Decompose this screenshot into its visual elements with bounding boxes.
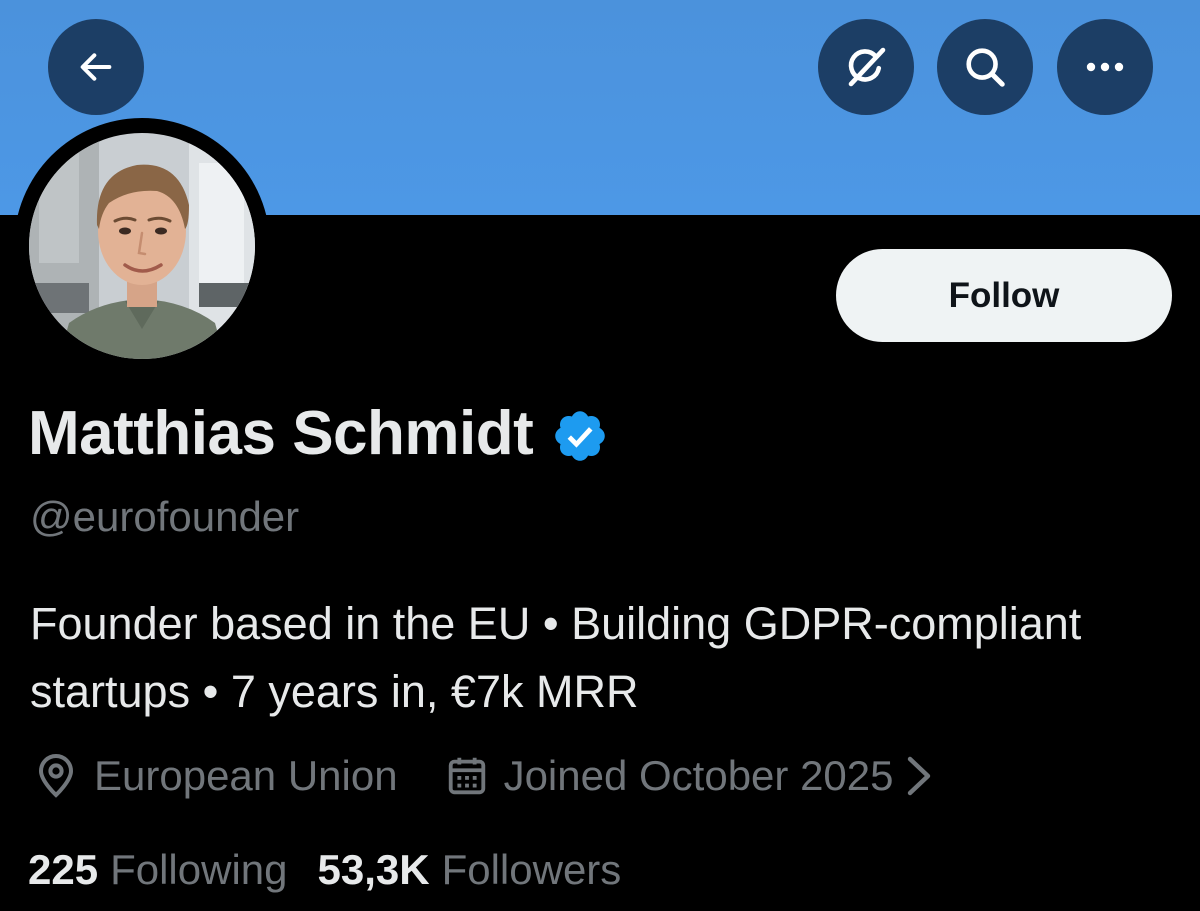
grok-button[interactable] [818,19,914,115]
joined-text: Joined October 2025 [503,752,894,799]
avatar[interactable] [29,133,255,359]
location-text: European Union [94,752,398,799]
avatar-ring [14,118,270,374]
search-button[interactable] [937,19,1033,115]
following-link[interactable]: 225 Following [28,842,288,898]
calendar-icon [448,757,485,795]
profile-bio: Founder based in the EU • Building GDPR-… [30,598,1082,717]
profile-page: Follow Matthias Schmidt @eurofounder Fou… [0,0,1200,911]
followers-count: 53,3K [317,846,430,893]
display-name: Matthias Schmidt [28,399,534,468]
more-horizontal-icon [1086,62,1124,72]
back-button[interactable] [48,19,144,115]
verified-badge-icon[interactable] [551,407,609,465]
name-row: Matthias Schmidt [28,398,609,470]
grok-icon [848,47,886,87]
chevron-right-icon [907,756,930,796]
profile-handle: @eurofounder [30,493,300,540]
search-icon [966,48,1005,87]
more-options-button[interactable] [1057,19,1153,115]
joined-item[interactable]: Joined October 2025 [444,748,932,804]
arrow-left-icon [80,53,112,81]
location-item: European Union [32,748,398,804]
profile-stats: 225 Following 53,3K Followers [28,842,621,898]
following-count: 225 [28,846,99,893]
following-label: Following [110,846,288,893]
profile-meta: European Union Joined October 2025 [32,748,932,804]
followers-label: Followers [441,846,622,893]
follow-button[interactable]: Follow [836,249,1172,342]
followers-link[interactable]: 53,3K Followers [318,842,622,898]
profile-photo [29,133,255,359]
location-pin-icon [38,754,74,798]
